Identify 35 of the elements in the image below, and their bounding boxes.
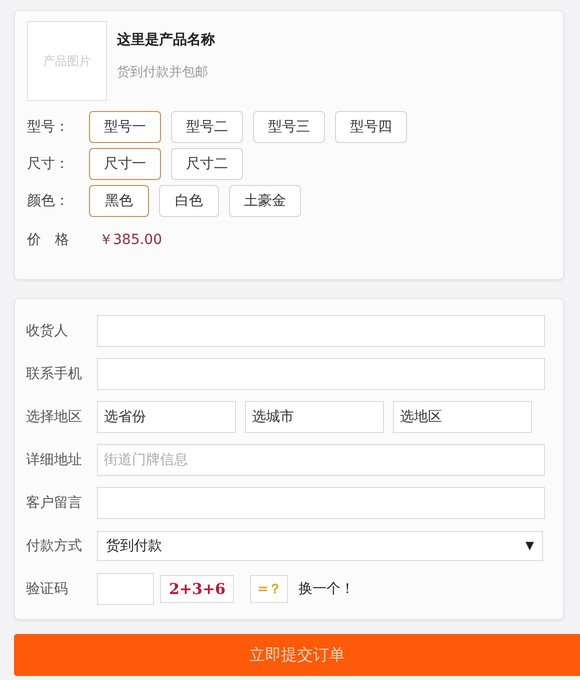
option-button[interactable]: 土豪金 (229, 185, 301, 217)
option-button[interactable]: 黑色 (89, 185, 149, 217)
option-button[interactable]: 尺寸二 (171, 148, 243, 180)
text-field[interactable] (97, 314, 545, 346)
region-field[interactable]: 选城市 (245, 400, 384, 432)
field-label: 选择地区 (26, 408, 83, 426)
field-label: 联系手机 (26, 364, 83, 382)
field-label: 收货人 (26, 322, 69, 340)
captcha-field[interactable] (97, 572, 154, 604)
option-button[interactable]: 白色 (159, 185, 219, 217)
region-field[interactable]: 选地区 (393, 400, 532, 432)
field-label: 客户留言 (26, 494, 83, 512)
field-label: 详细地址 (26, 450, 83, 468)
option-button[interactable]: 型号一 (89, 111, 161, 143)
option-button[interactable]: 型号三 (253, 111, 325, 143)
option-button[interactable]: 尺寸一 (89, 148, 161, 180)
payment-select[interactable]: 货到付款 ▼ (97, 530, 543, 560)
price-label: 价 格 (27, 231, 70, 249)
text-field[interactable] (97, 358, 545, 390)
text-field[interactable] (97, 486, 545, 518)
equals-sign: =？ (250, 574, 288, 602)
option-label: 尺寸： (27, 155, 70, 173)
option-label: 型号： (27, 118, 70, 136)
text-field[interactable]: 街道门牌信息 (97, 444, 545, 476)
product-note: 货到付款并包邮 (117, 64, 209, 81)
option-label: 颜色： (27, 192, 70, 210)
price-value: ￥385.00 (99, 231, 162, 249)
captcha-question: 2+3+6 (160, 574, 234, 602)
option-button[interactable]: 型号四 (335, 111, 407, 143)
product-name: 这里是产品名称 (117, 31, 215, 49)
field-label: 付款方式 (26, 536, 83, 554)
refresh-link[interactable]: 换一个！ (298, 580, 354, 598)
region-field[interactable]: 选省份 (97, 400, 236, 432)
option-button[interactable]: 型号二 (171, 111, 243, 143)
field-label: 验证码 (26, 580, 69, 598)
